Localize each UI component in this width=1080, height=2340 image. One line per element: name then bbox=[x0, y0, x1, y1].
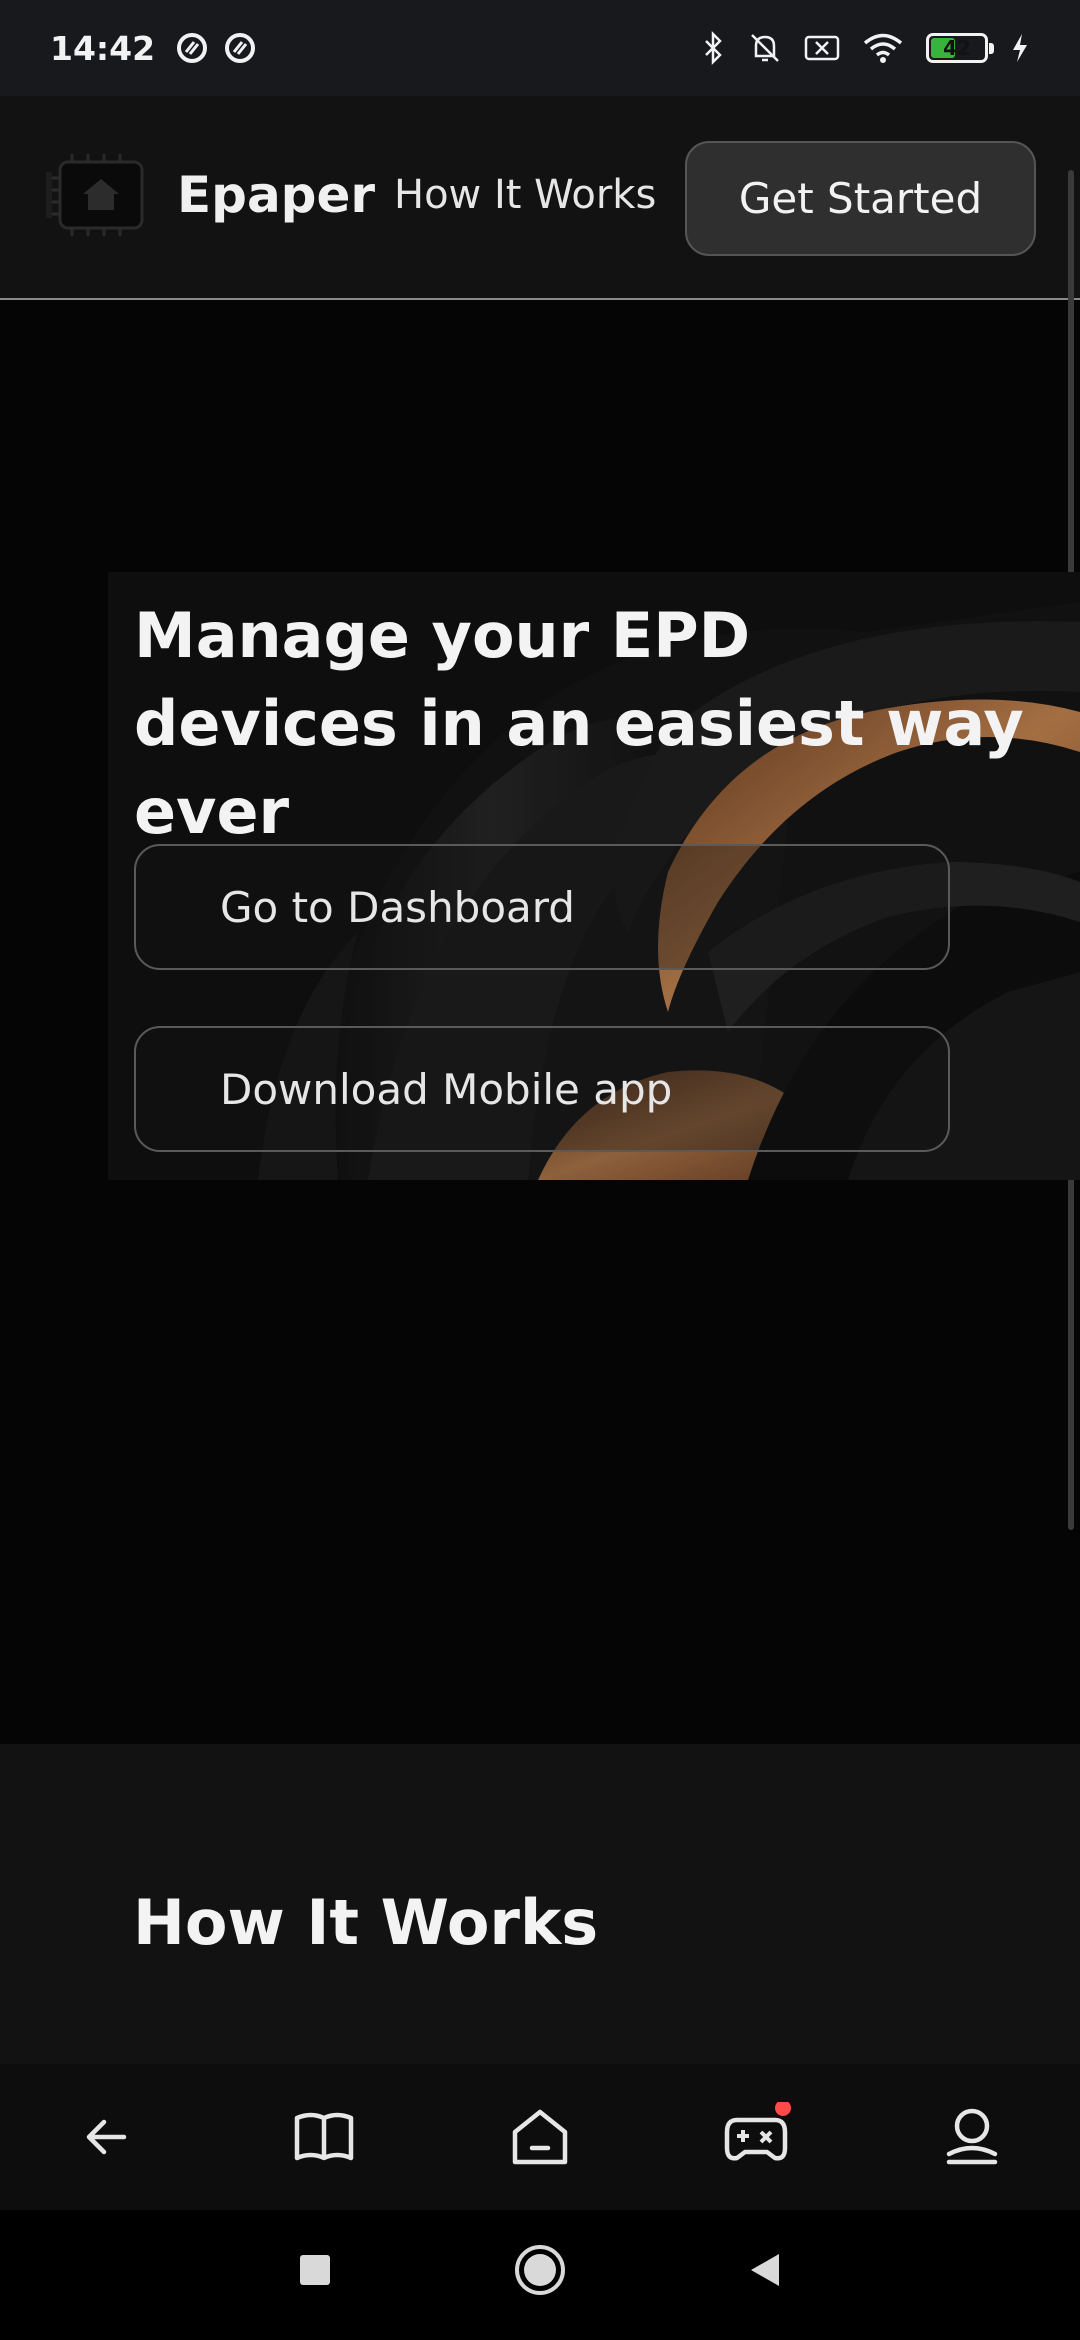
battery-icon: 42 bbox=[926, 33, 994, 63]
recents-square-icon[interactable] bbox=[285, 2240, 345, 2300]
back-triangle-icon[interactable] bbox=[735, 2240, 795, 2300]
hero-section: Manage your EPD devices in an easiest wa… bbox=[108, 572, 1080, 1180]
no-sim-icon bbox=[804, 35, 840, 61]
hero-title: Manage your EPD devices in an easiest wa… bbox=[134, 599, 1024, 848]
home-circle-icon[interactable] bbox=[510, 2240, 570, 2300]
site-header: Epaper How It Works Get Started bbox=[0, 96, 1080, 300]
status-bar: 14:42 42 bbox=[0, 0, 1080, 96]
home-icon[interactable] bbox=[505, 2102, 575, 2172]
profile-icon[interactable] bbox=[937, 2102, 1007, 2172]
wifi-icon bbox=[863, 33, 903, 63]
book-icon[interactable] bbox=[289, 2102, 359, 2172]
status-time: 14:42 bbox=[50, 28, 156, 68]
go-to-dashboard-button[interactable]: Go to Dashboard bbox=[134, 844, 950, 970]
browser-page: 14:42 42 Epaper How It Works Get Started… bbox=[0, 0, 1080, 2340]
browser-toolbar bbox=[0, 2064, 1080, 2210]
sync-a-icon bbox=[177, 33, 208, 63]
charging-icon bbox=[1013, 34, 1027, 62]
epaper-logo-icon[interactable] bbox=[42, 152, 154, 238]
brand-name[interactable]: Epaper bbox=[177, 166, 375, 224]
gamepad-icon[interactable] bbox=[721, 2102, 791, 2172]
download-mobile-app-button[interactable]: Download Mobile app bbox=[134, 1026, 950, 1152]
bell-off-icon bbox=[751, 34, 779, 62]
system-navigation-bar bbox=[0, 2210, 1080, 2340]
nav-how-it-works-link[interactable]: How It Works bbox=[394, 172, 656, 218]
bluetooth-icon bbox=[705, 31, 722, 65]
back-arrow-icon[interactable] bbox=[72, 2102, 142, 2172]
notification-dot bbox=[775, 2102, 791, 2116]
get-started-button[interactable]: Get Started bbox=[685, 141, 1036, 256]
how-it-works-title: How It Works bbox=[133, 1886, 599, 1959]
battery-level: 42 bbox=[943, 36, 971, 60]
how-it-works-section: How It Works bbox=[0, 1744, 1080, 2064]
sync-b-icon bbox=[225, 33, 256, 63]
